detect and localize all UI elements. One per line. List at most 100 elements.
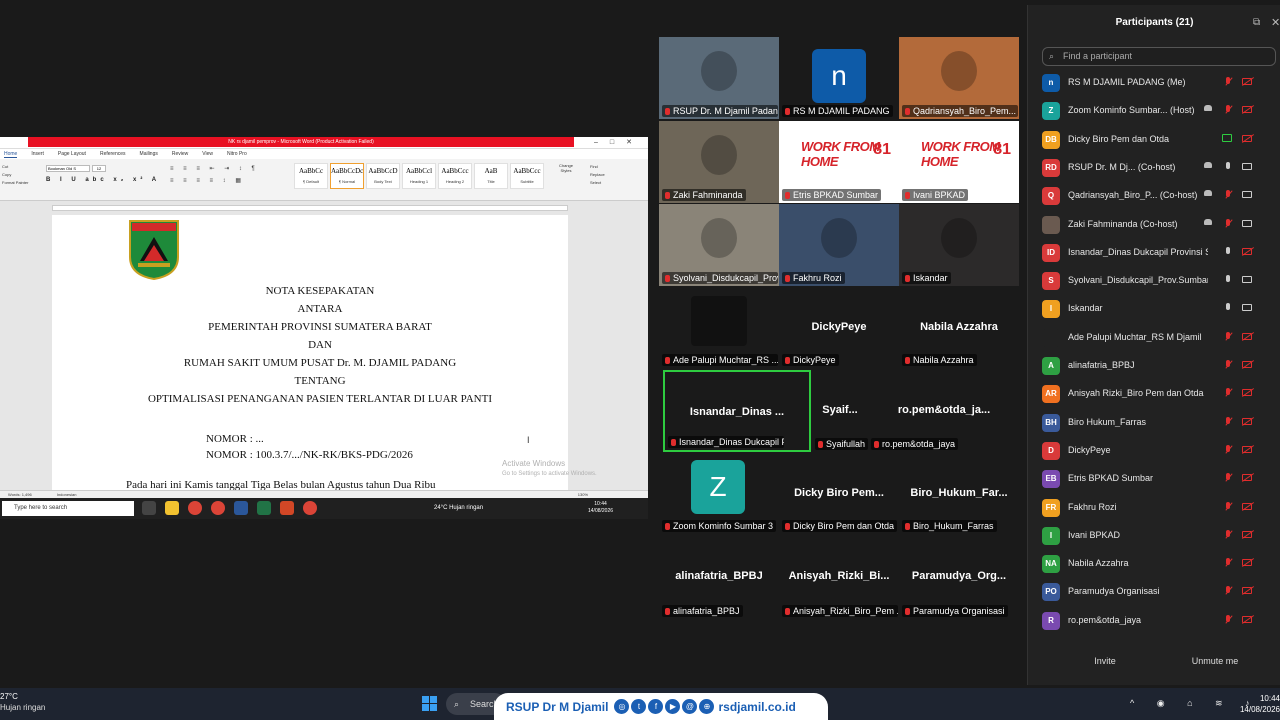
camera-off-icon[interactable] xyxy=(1242,587,1252,595)
mic-icon[interactable] xyxy=(1226,246,1230,254)
document-page[interactable]: NOTA KESEPAKATAN ANTARA PEMERINTAH PROVINS… xyxy=(52,215,568,515)
tab-nitro-pro[interactable]: Nitro Pro xyxy=(227,151,247,157)
popout-icon[interactable]: ⧉ xyxy=(1253,17,1260,28)
camera-off-icon[interactable] xyxy=(1242,106,1252,114)
style-3[interactable]: AaBbCcl Heading 1 xyxy=(402,163,436,189)
participant-row[interactable]: n RS M DJAMIL PADANG (Me) xyxy=(1028,69,1280,97)
tab-page-layout[interactable]: Page Layout xyxy=(58,151,86,157)
font-size-box[interactable]: 12 xyxy=(92,165,106,172)
font-name-box[interactable]: Bookman Old S xyxy=(46,165,90,172)
powerpoint-icon[interactable] xyxy=(280,501,294,515)
video-tile[interactable]: Qadriansyah_Biro_Pem... xyxy=(899,37,1019,119)
tab-insert[interactable]: Insert xyxy=(31,151,44,157)
video-tile[interactable]: Iskandar xyxy=(899,204,1019,286)
name-tile[interactable]: Anisyah_Rizki_Bi... Anisyah_Rizki_Biro_Pe… xyxy=(779,537,899,619)
mic-muted-icon[interactable] xyxy=(1224,444,1232,455)
video-tile[interactable]: WORK FROM HOME 81 Etris BPKAD Sumbar xyxy=(779,121,899,203)
alignment-buttons[interactable]: ≡ ≡ ≡ ≡ ↕ ▦ xyxy=(170,177,245,184)
mic-muted-icon[interactable] xyxy=(1224,586,1232,596)
tab-mailings[interactable]: Mailings xyxy=(140,151,158,157)
participant-row[interactable]: PO Paramudya Organisasi xyxy=(1028,578,1280,606)
style-5[interactable]: AaB Title xyxy=(474,163,508,189)
mic-muted-icon[interactable] xyxy=(1224,331,1232,342)
video-tile[interactable]: n RS M DJAMIL PADANG xyxy=(779,37,899,119)
camera-off-icon[interactable] xyxy=(1242,247,1252,255)
participant-row[interactable]: Rro.pem&otda_jaya xyxy=(1028,607,1280,634)
camera-off-icon[interactable] xyxy=(1242,474,1252,482)
task-view-icon[interactable] xyxy=(142,501,156,515)
participant-row[interactable]: Aalinafatria_BPBJ xyxy=(1028,352,1280,380)
paragraph-buttons[interactable]: ≡ ≡ ≡ ⇤ ⇥ ↕ ¶ xyxy=(170,165,259,172)
participant-row[interactable]: DB Dicky Biro Pem dan Otda xyxy=(1028,126,1280,154)
mic-icon[interactable] xyxy=(1226,303,1230,311)
camera-off-icon[interactable] xyxy=(1242,417,1252,425)
camera-off-icon[interactable] xyxy=(1242,332,1252,340)
taskbar-weather[interactable]: Hujan ringan xyxy=(0,703,45,712)
participant-search-input[interactable]: ⌕ Find a participant xyxy=(1042,47,1276,66)
participant-row[interactable]: I Iskandar xyxy=(1028,295,1280,323)
tab-review[interactable]: Review xyxy=(172,151,188,157)
instagram-icon[interactable]: ◎ xyxy=(614,699,630,714)
taskbar-clock[interactable]: 10:44 14/08/2026 xyxy=(1234,693,1280,715)
mic-muted-icon[interactable] xyxy=(1224,473,1232,483)
chrome-icon[interactable] xyxy=(188,501,202,515)
participant-row[interactable]: BH Biro Hukum_Farras xyxy=(1028,409,1280,437)
format-buttons[interactable]: B I U abc x₂ x² A xyxy=(46,177,160,183)
name-tile[interactable]: Ade Palupi Muchtar_RS ... xyxy=(659,288,779,368)
threads-icon[interactable]: @ xyxy=(682,699,698,714)
mic-muted-icon[interactable] xyxy=(1224,77,1232,87)
participant-row[interactable]: RD RSUP Dr. M Dj... (Co-host) xyxy=(1028,154,1280,182)
participant-row[interactable]: S Syolvani_Disdukcapil_Prov.Sumbar xyxy=(1028,267,1280,295)
mic-muted-icon[interactable] xyxy=(1224,190,1232,200)
video-tile[interactable]: RSUP Dr. M Djamil Padang xyxy=(659,37,779,119)
mic-muted-icon[interactable] xyxy=(1224,501,1232,512)
participant-list[interactable]: n RS M DJAMIL PADANG (Me) Z Zoom Kominfo Su… xyxy=(1028,69,1280,634)
participant-row[interactable]: Zaki Fahminanda (Co-host) xyxy=(1028,211,1280,239)
video-tile[interactable]: WORK FROM HOME 81 Ivani BPKAD xyxy=(899,121,1019,203)
mic-muted-icon[interactable] xyxy=(1224,614,1232,625)
participant-row[interactable]: EB Etris BPKAD Sumbar xyxy=(1028,465,1280,493)
name-tile[interactable]: Syaif... Syaifullah xyxy=(812,370,868,452)
clipboard-format-painter[interactable]: Format Painter xyxy=(2,179,28,187)
video-tile[interactable]: Fakhru Rozi xyxy=(779,204,899,286)
style-2[interactable]: AaBbCcD Body Text xyxy=(366,163,400,189)
mic-muted-icon[interactable] xyxy=(1224,558,1232,568)
tab-references[interactable]: References xyxy=(100,151,126,157)
globe-icon[interactable]: ⊕ xyxy=(699,699,715,714)
camera-off-icon[interactable] xyxy=(1242,559,1252,567)
style-6[interactable]: AaBbCcc Subtitle xyxy=(510,163,544,189)
participant-row[interactable]: FR Fakhru Rozi xyxy=(1028,494,1280,522)
excel-icon[interactable] xyxy=(257,501,271,515)
camera-icon[interactable] xyxy=(1242,219,1252,227)
camera-off-icon[interactable] xyxy=(1242,502,1252,510)
name-tile[interactable]: alinafatria_BPBJ alinafatria_BPBJ xyxy=(659,537,779,619)
close-icon[interactable]: ✕ xyxy=(1271,16,1280,29)
change-styles-button[interactable]: Change Styles xyxy=(554,163,578,173)
video-tile[interactable]: Syolvani_Disdukcapil_Prov... xyxy=(659,204,779,286)
name-tile[interactable]: Paramudya_Org... Paramudya Organisasi xyxy=(899,537,1019,619)
participant-row[interactable]: Ade Palupi Muchtar_RS M Djamil xyxy=(1028,324,1280,352)
video-tile[interactable]: Zaki Fahminanda xyxy=(659,121,779,203)
camera-off-icon[interactable] xyxy=(1242,389,1252,397)
twitter-icon[interactable]: t xyxy=(631,699,647,714)
editing-find[interactable]: Find xyxy=(590,163,605,171)
camera-off-icon[interactable] xyxy=(1242,445,1252,453)
chrome-icon-3[interactable] xyxy=(303,501,317,515)
camera-off-icon[interactable] xyxy=(1242,134,1252,142)
invite-button[interactable]: Invite xyxy=(1080,656,1130,666)
name-tile[interactable]: Isnandar_Dinas ... Isnandar_Dinas Dukcapi… xyxy=(663,370,811,452)
editing-select[interactable]: Select xyxy=(590,179,605,187)
mic-muted-icon[interactable] xyxy=(1224,416,1232,427)
camera-icon[interactable] xyxy=(1242,191,1252,199)
camera-icon[interactable] xyxy=(1242,162,1252,170)
participant-row[interactable]: NA Nabila Azzahra xyxy=(1028,550,1280,578)
name-tile[interactable]: Nabila Azzahra Nabila Azzahra xyxy=(899,288,1019,368)
mic-muted-icon[interactable] xyxy=(1224,105,1232,115)
mic-icon[interactable] xyxy=(1226,161,1230,169)
name-tile[interactable]: ro.pem&otda_ja... ro.pem&otda_jaya xyxy=(868,370,1020,452)
name-tile[interactable]: Biro_Hukum_Far... Biro_Hukum_Farras xyxy=(899,454,1019,534)
camera-icon[interactable] xyxy=(1242,304,1252,312)
clipboard-cut[interactable]: Cut xyxy=(2,163,28,171)
chrome-icon-2[interactable] xyxy=(211,501,225,515)
participant-row[interactable]: Z Zoom Kominfo Sumbar... (Host) xyxy=(1028,97,1280,125)
